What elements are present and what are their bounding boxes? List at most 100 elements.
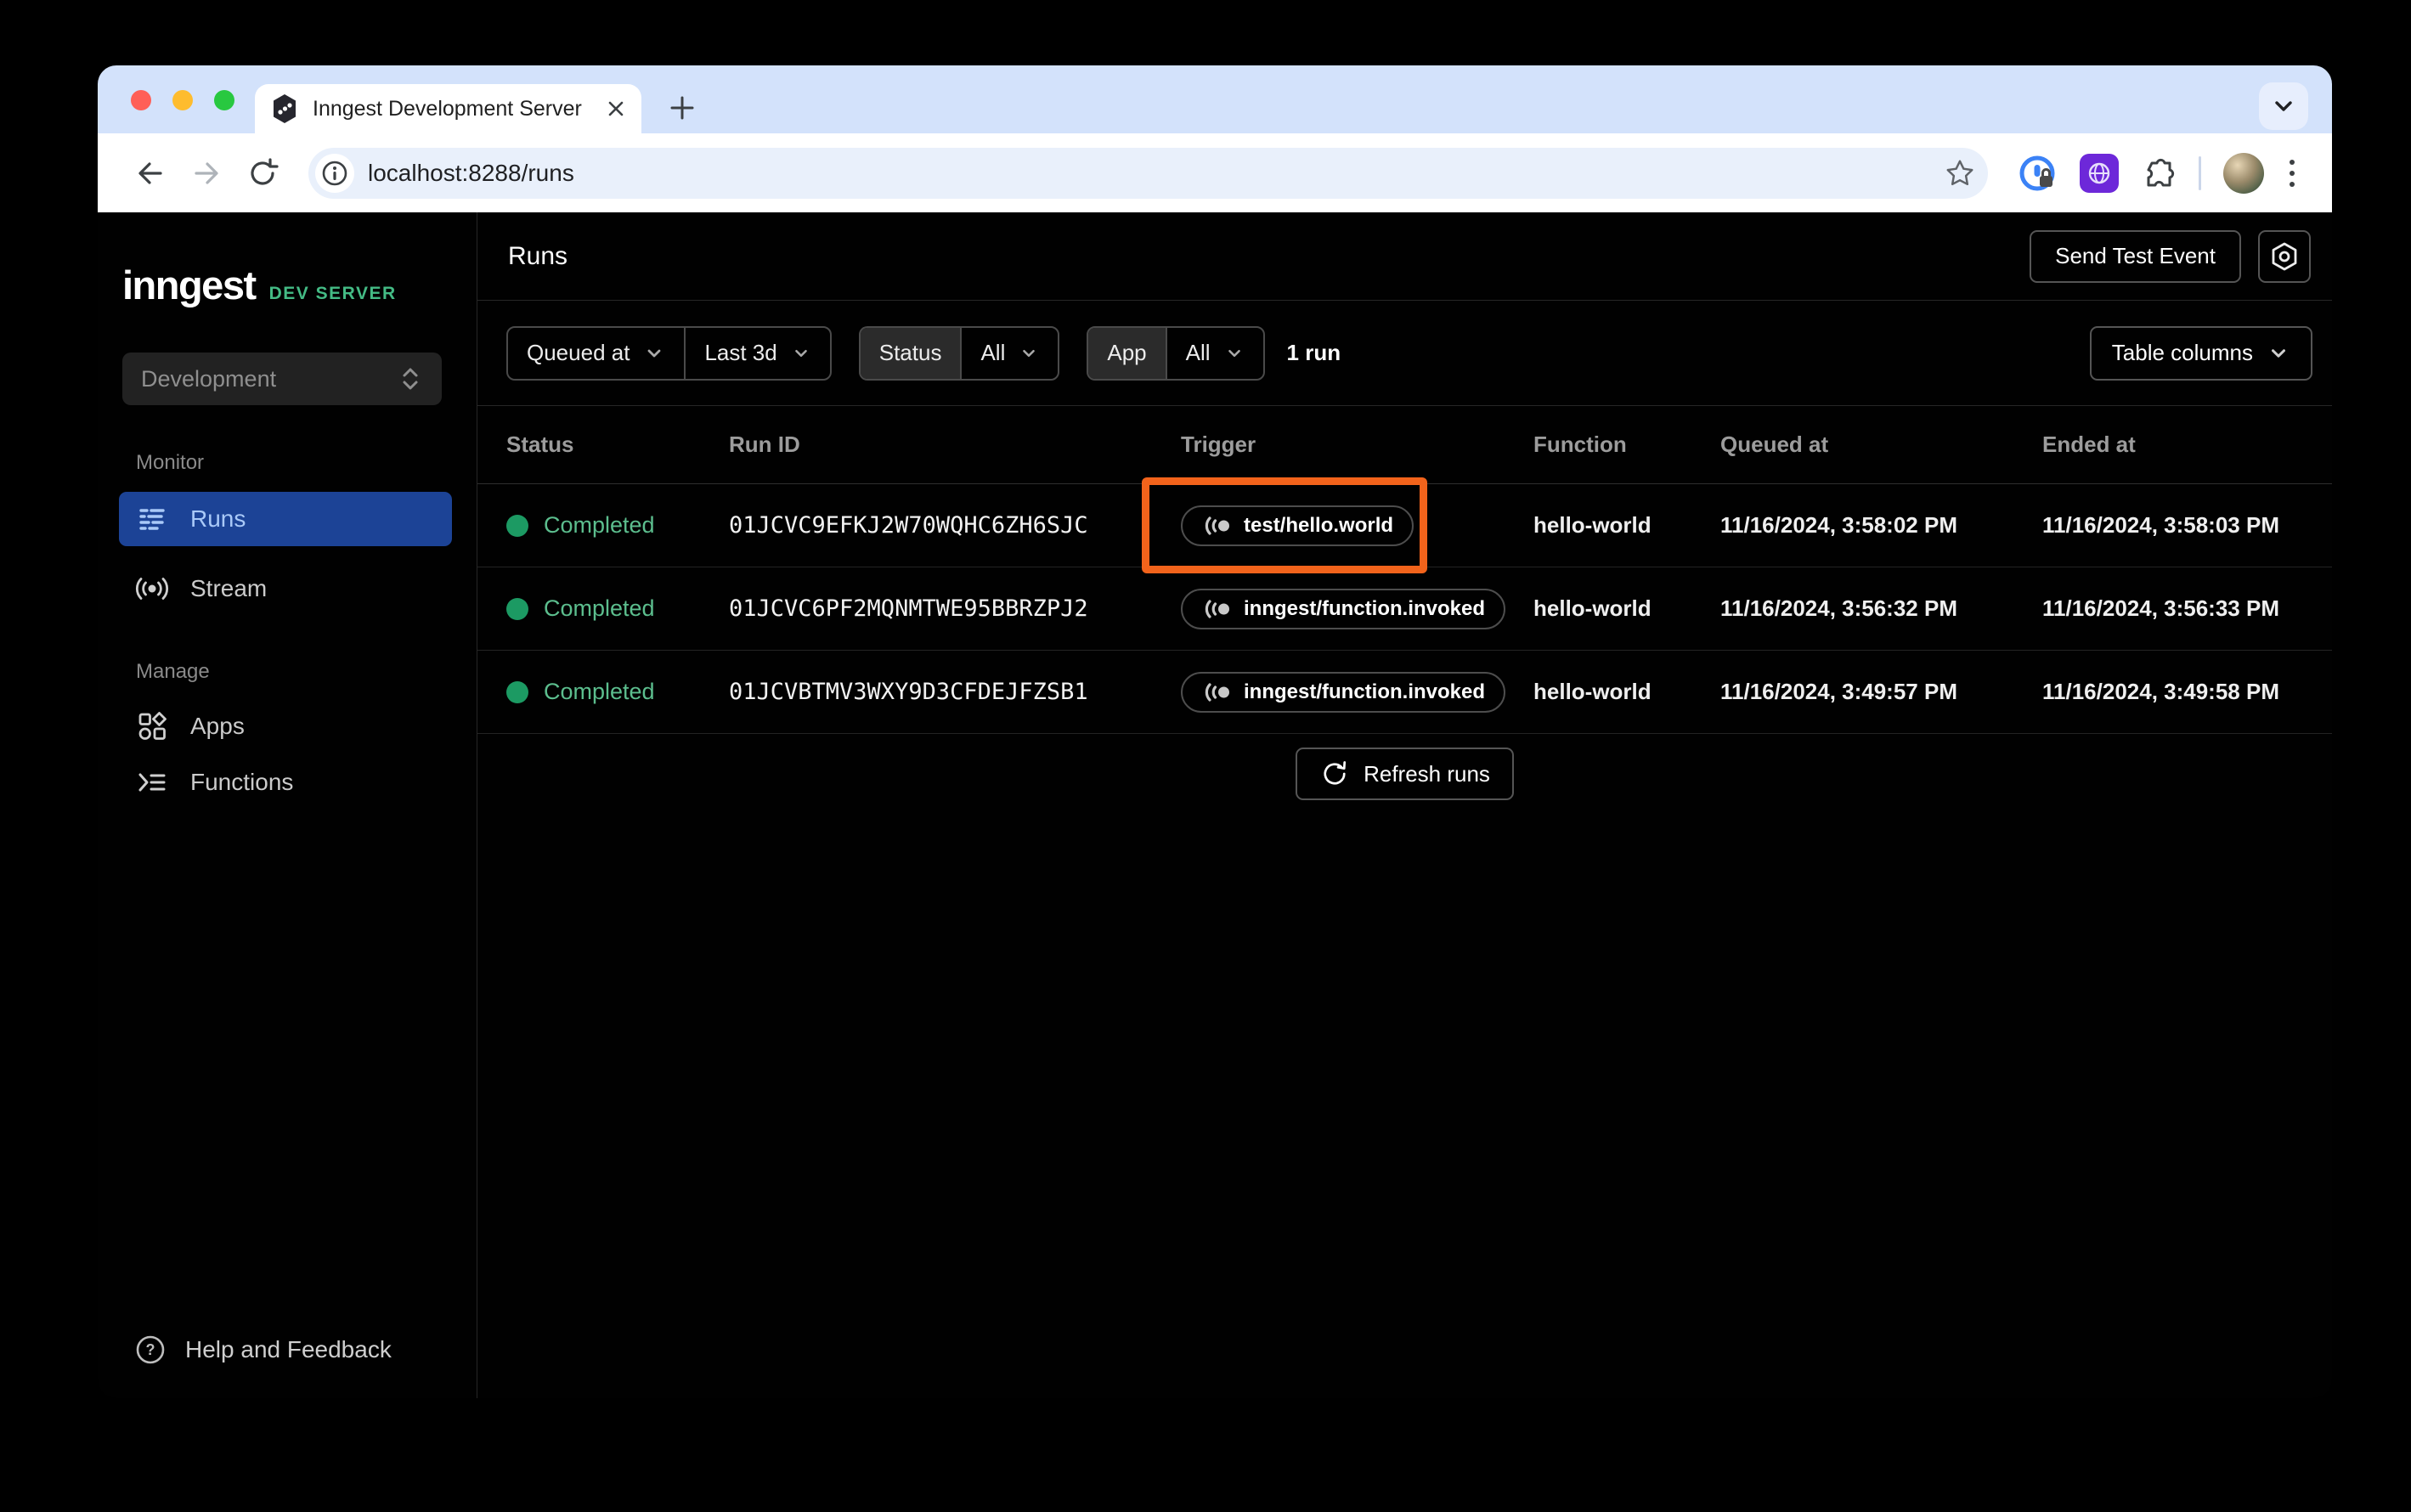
maximize-window-button[interactable] — [214, 90, 234, 110]
browser-menu-icon[interactable] — [2286, 156, 2298, 190]
table-row[interactable]: Completed 01JCVBTMV3WXY9D3CFDEJFZSB1 inn… — [477, 651, 2332, 734]
column-header-trigger: Trigger — [1181, 432, 1256, 457]
page-title: Runs — [508, 241, 568, 270]
forward-icon[interactable] — [189, 156, 223, 190]
trigger-badge[interactable]: inngest/function.invoked — [1181, 671, 1506, 713]
column-header-queued-at: Queued at — [1720, 432, 1829, 457]
run-id-cell: 01JCVBTMV3WXY9D3CFDEJFZSB1 — [729, 679, 1088, 705]
tab-close-icon[interactable] — [606, 99, 626, 119]
settings-button[interactable] — [2258, 229, 2311, 283]
close-window-button[interactable] — [131, 90, 151, 110]
column-header-ended-at: Ended at — [2042, 432, 2136, 457]
browser-extension-icon[interactable] — [2080, 153, 2119, 193]
app-filter-label[interactable]: App — [1088, 327, 1166, 379]
back-icon[interactable] — [133, 156, 167, 190]
apps-icon — [134, 708, 170, 744]
bookmark-star-icon[interactable] — [1944, 157, 1976, 189]
run-id-cell: 01JCVC6PF2MQNMTWE95BBRZPJ2 — [729, 595, 1088, 622]
app-filter: App All — [1087, 325, 1265, 381]
table-row[interactable]: Completed 01JCVC9EFKJ2W70WQHC6ZH6SJC tes… — [477, 484, 2332, 567]
svg-text:?: ? — [146, 1341, 155, 1358]
table-header-row: Status Run ID Trigger Function Queued at… — [477, 406, 2332, 484]
url-text: localhost:8288/runs — [368, 159, 574, 186]
status-label: Status — [878, 340, 942, 365]
browser-window: Inngest Development Server localhost:828… — [98, 65, 2332, 1398]
function-cell: hello-world — [1533, 512, 1652, 538]
table-columns-button[interactable]: Table columns — [2089, 325, 2312, 381]
profile-avatar[interactable] — [2223, 152, 2264, 194]
new-tab-button[interactable] — [663, 89, 701, 127]
help-and-feedback[interactable]: ? Help and Feedback — [98, 1334, 477, 1366]
browser-toolbar: localhost:8288/runs — [98, 133, 2332, 212]
status-cell: Completed — [506, 512, 729, 539]
main-header: Runs Send Test Event — [477, 212, 2332, 301]
help-label: Help and Feedback — [185, 1336, 392, 1362]
app-filter-select[interactable]: All — [1165, 327, 1263, 379]
reload-icon[interactable] — [246, 156, 279, 190]
site-info-icon[interactable] — [315, 153, 354, 193]
filter-bar: Queued at Last 3d Status All App All 1 r… — [477, 301, 2332, 406]
queued-at-field-select[interactable]: Queued at — [508, 328, 684, 379]
run-count: 1 run — [1286, 340, 1341, 365]
address-bar[interactable]: localhost:8288/runs — [308, 147, 1988, 199]
status-value: All — [980, 340, 1006, 365]
chevron-down-icon — [791, 343, 811, 364]
sidebar-item-runs[interactable]: Runs — [119, 492, 452, 546]
table-row[interactable]: Completed 01JCVC6PF2MQNMTWE95BBRZPJ2 inn… — [477, 567, 2332, 651]
inngest-logo: inngest — [122, 262, 257, 307]
logo-row: inngest DEV SERVER — [98, 262, 477, 308]
sidebar-item-label: Functions — [190, 769, 294, 795]
ended-at-cell: 11/16/2024, 3:56:33 PM — [2042, 595, 2279, 621]
status-filter-label[interactable]: Status — [860, 327, 961, 379]
functions-icon — [134, 764, 170, 800]
refresh-runs-label: Refresh runs — [1364, 760, 1490, 787]
refresh-runs-button[interactable]: Refresh runs — [1296, 748, 1514, 800]
sidebar-item-label: Apps — [190, 713, 245, 739]
app-label: App — [1107, 340, 1147, 365]
toolbar-divider — [2199, 155, 2201, 190]
status-text: Completed — [544, 512, 655, 538]
ended-at-cell: 11/16/2024, 3:58:03 PM — [2042, 512, 2279, 538]
column-header-run-id: Run ID — [729, 432, 800, 457]
status-filter-select[interactable]: All — [960, 327, 1058, 379]
stream-icon — [134, 571, 170, 606]
runs-icon — [134, 501, 170, 537]
function-cell: hello-world — [1533, 679, 1652, 704]
extensions-puzzle-icon[interactable] — [2141, 155, 2177, 191]
sidebar-item-label: Runs — [190, 505, 246, 532]
dev-server-badge: DEV SERVER — [268, 284, 397, 303]
password-manager-extension-icon[interactable] — [2017, 153, 2058, 194]
status-cell: Completed — [506, 679, 729, 705]
environment-selector[interactable]: Development — [122, 353, 442, 405]
sidebar-item-apps[interactable]: Apps — [119, 701, 452, 752]
event-trigger-icon — [1201, 597, 1232, 621]
minimize-window-button[interactable] — [172, 90, 193, 110]
event-trigger-icon — [1201, 680, 1232, 704]
trigger-badge[interactable]: test/hello.world — [1181, 505, 1414, 546]
queued-at-cell: 11/16/2024, 3:58:02 PM — [1720, 512, 1957, 538]
trigger-name: test/hello.world — [1244, 513, 1394, 537]
desktop-background: Inngest Development Server localhost:828… — [0, 0, 2411, 1512]
sidebar-item-stream[interactable]: Stream — [119, 563, 452, 614]
send-test-event-button[interactable]: Send Test Event — [2030, 229, 2241, 283]
time-range-select[interactable]: Last 3d — [684, 327, 829, 379]
browser-tab[interactable]: Inngest Development Server — [255, 84, 641, 133]
trigger-badge[interactable]: inngest/function.invoked — [1181, 588, 1506, 629]
environment-selector-value: Development — [141, 365, 277, 392]
time-range-value: Last 3d — [704, 340, 777, 365]
sidebar-item-functions[interactable]: Functions — [119, 757, 452, 808]
trigger-name: inngest/function.invoked — [1244, 680, 1486, 703]
status-dot — [506, 514, 528, 537]
function-cell: hello-world — [1533, 595, 1652, 621]
tab-search-button[interactable] — [2259, 82, 2308, 130]
table-columns-label: Table columns — [2111, 340, 2253, 365]
window-controls — [131, 90, 234, 110]
queued-at-cell: 11/16/2024, 3:49:57 PM — [1720, 679, 1957, 704]
status-text: Completed — [544, 679, 655, 704]
tab-title: Inngest Development Server — [313, 96, 582, 121]
app-value: All — [1185, 340, 1211, 365]
gear-icon — [2267, 240, 2301, 274]
status-dot — [506, 597, 528, 620]
trigger-name: inngest/function.invoked — [1244, 596, 1486, 620]
queued-at-cell: 11/16/2024, 3:56:32 PM — [1720, 595, 1957, 621]
